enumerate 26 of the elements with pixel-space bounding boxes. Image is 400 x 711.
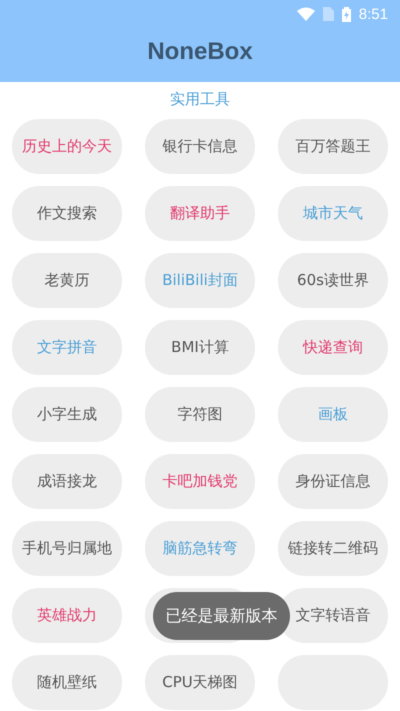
tool-button[interactable]: 卡吧加钱党 [145, 454, 255, 509]
app-title: NoneBox [147, 38, 253, 66]
wifi-icon [296, 7, 315, 21]
tool-button[interactable]: 手机号归属地 [12, 521, 122, 576]
status-time: 8:51 [358, 6, 388, 22]
tool-button[interactable]: 身份证信息 [278, 454, 388, 509]
tool-button[interactable]: 快递查询 [278, 320, 388, 375]
tool-button[interactable]: 小字生成 [12, 387, 122, 442]
battery-icon [342, 6, 351, 22]
update-toast: 已经是最新版本 [153, 592, 290, 640]
section-title: 实用工具 [170, 90, 230, 108]
tool-button[interactable]: 银行卡信息 [145, 119, 255, 174]
tool-button[interactable]: 链接转二维码 [278, 521, 388, 576]
tool-button[interactable]: 随机壁纸 [12, 655, 122, 710]
tool-button[interactable]: CPU天梯图 [145, 655, 255, 710]
tool-button[interactable]: 字符图 [145, 387, 255, 442]
tool-button[interactable]: 历史上的今天 [12, 119, 122, 174]
tool-button[interactable]: BMI计算 [145, 320, 255, 375]
tool-button[interactable]: 英雄战力 [12, 588, 122, 643]
no-sim-icon [322, 7, 334, 21]
tool-button[interactable]: 老黄历 [12, 253, 122, 308]
tool-button[interactable]: 成语接龙 [12, 454, 122, 509]
tool-button[interactable]: 翻译助手 [145, 186, 255, 241]
tool-button[interactable]: 作文搜索 [12, 186, 122, 241]
tool-button[interactable]: 60s读世界 [278, 253, 388, 308]
tool-button[interactable]: 百万答题王 [278, 119, 388, 174]
